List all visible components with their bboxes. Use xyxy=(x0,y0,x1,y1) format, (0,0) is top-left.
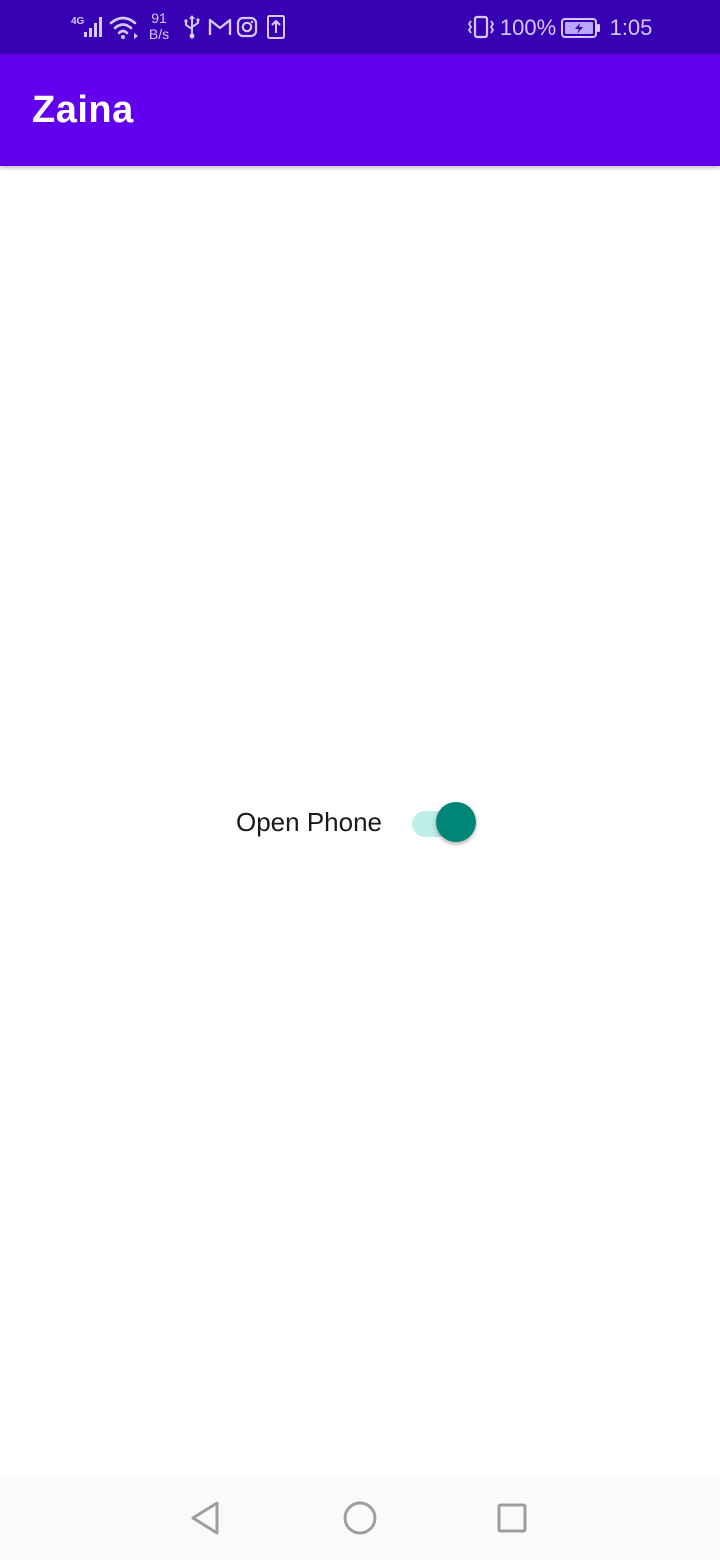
back-icon xyxy=(191,1501,219,1535)
instagram-icon xyxy=(236,16,258,38)
signal-icon: 4G xyxy=(70,12,106,40)
recents-icon xyxy=(497,1503,527,1533)
home-icon xyxy=(343,1501,377,1535)
gmail-icon xyxy=(208,16,232,38)
clock: 1:05 xyxy=(609,15,653,40)
open-phone-toggle[interactable] xyxy=(410,800,480,844)
net-speed: 91 B/s xyxy=(146,10,172,42)
wifi-icon xyxy=(108,13,140,41)
app-title: Zaina xyxy=(32,89,134,131)
navigation-bar xyxy=(0,1476,720,1560)
vibrate-icon xyxy=(466,14,496,40)
usb-icon xyxy=(182,14,202,40)
status-bar: 4G 91 B/s 100% 1:05 xyxy=(0,0,720,54)
upload-icon xyxy=(266,14,286,40)
network-type-label: 4G xyxy=(71,16,85,27)
battery-percent: 100% xyxy=(499,15,557,40)
open-phone-switch-row[interactable]: Open Phone xyxy=(236,796,486,848)
app-bar: Zaina xyxy=(0,54,720,166)
recents-button[interactable] xyxy=(488,1494,536,1542)
net-speed-unit: B/s xyxy=(148,26,170,42)
switch-label: Open Phone xyxy=(236,807,383,837)
back-button[interactable] xyxy=(182,1494,230,1542)
home-button[interactable] xyxy=(336,1494,384,1542)
switch-thumb xyxy=(436,802,476,842)
battery-charging-icon xyxy=(560,16,602,40)
net-speed-value: 91 xyxy=(151,10,167,26)
